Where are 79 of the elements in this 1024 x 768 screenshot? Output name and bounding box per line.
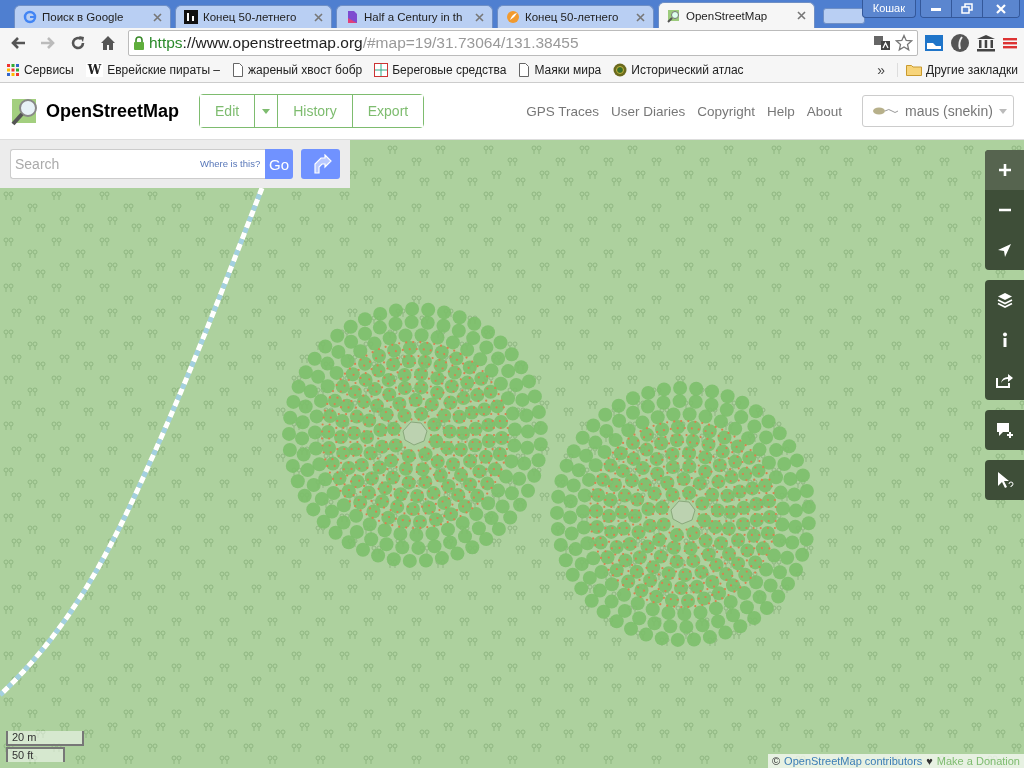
orb-icon [506,10,520,24]
magnifier-map-icon [667,8,681,23]
document-icon [345,10,359,24]
more-bookmarks-button[interactable]: » [877,61,886,78]
tab-title: OpenStreetMap [686,9,769,22]
close-button[interactable] [983,0,1019,17]
search-field[interactable]: Search [10,149,200,179]
page-icon [518,62,531,77]
comment-plus-icon [995,421,1014,439]
logo-icon [23,10,37,24]
disc-icon[interactable] [950,32,970,53]
caret-icon [998,108,1007,114]
nav-link[interactable]: About [806,103,842,119]
grid-icon [374,62,389,77]
bookmark-link[interactable]: жареный хвост бобр [248,62,363,77]
plus-icon [997,163,1012,177]
star-icon[interactable] [895,33,913,52]
page-icon [232,62,244,77]
nav-link[interactable]: User Diaries [610,103,686,119]
share-icon [995,372,1014,388]
new-tab-button[interactable] [823,8,865,24]
museum-icon[interactable] [976,33,996,52]
nav-link[interactable]: Help [766,103,795,119]
bookmark-link[interactable]: Маяки мира [534,62,602,77]
browser-tab[interactable]: OpenStreetMap [658,2,815,28]
profile-button[interactable]: Кошак [861,0,916,18]
minimize-button[interactable] [921,0,952,17]
mouse-icon [871,105,899,117]
close-icon[interactable] [636,12,645,22]
close-icon[interactable] [153,12,162,22]
magnifier-map-logo[interactable] [10,96,40,126]
info-icon [1001,332,1008,348]
bookmark-link[interactable]: Еврейские пираты – [107,62,220,77]
apps-icon [6,62,20,77]
address-bar[interactable]: https://www.openstreetmap.org/#map=19/31.73064/131.38455 [128,29,918,56]
scale-bar: 20 m [6,731,84,746]
cursor-question-icon [995,471,1014,489]
emblem-icon [613,62,628,77]
directions-button[interactable] [301,149,340,179]
browser-tab[interactable]: Конец 50-летнего [175,5,332,28]
close-icon[interactable] [314,12,323,22]
bookmark-link[interactable]: Сервисы [24,62,74,77]
tab-title: Конец 50-летнего [203,11,298,23]
translate-icon[interactable] [873,34,891,51]
browser-tab[interactable]: Конец 50-летнего [497,5,654,28]
zoom-in-button[interactable] [985,150,1024,190]
restore-button[interactable] [952,0,983,17]
tab-title: Конец 50-летнего [525,11,620,23]
site-name[interactable]: OpenStreetMap [46,100,180,122]
caret-icon [262,108,271,114]
close-icon[interactable] [475,12,484,22]
heart-symbol: ♥ [926,755,933,767]
reload-icon[interactable] [69,33,87,52]
letter-icon: W [85,62,104,77]
bookmark-folder[interactable]: Другие закладки [926,62,1018,77]
browser-tab[interactable]: Поиск в Google [14,5,171,28]
restore-icon [961,3,973,14]
logo-icon [184,10,198,24]
layers-icon [996,292,1013,308]
where-is-this-link[interactable]: Where is this? [200,149,266,179]
contributors-link[interactable]: OpenStreetMap contributors [784,755,923,767]
close-icon[interactable] [797,11,806,20]
bookmark-link[interactable]: Береговые средства [392,62,507,77]
browser-tab[interactable]: Half a Century in th [336,5,493,28]
copyright-symbol: © [772,755,781,767]
tab-title: Half a Century in th [364,11,464,23]
bookmark-link[interactable]: Исторический атлас [631,62,744,77]
scale-bar: 50 ft [6,747,65,762]
nav-link[interactable]: Copyright [697,103,755,119]
url-text: https://www.openstreetmap.org/#map=19/31.73064/131.38455 [149,33,580,52]
window-icon[interactable] [924,33,944,52]
close-icon [995,3,1007,14]
folder-icon [906,63,923,76]
tab-title: Поиск в Google [42,11,125,23]
lock-icon [133,35,145,50]
nav-link[interactable]: GPS Traces [526,103,599,119]
home-icon[interactable] [99,33,117,52]
location-arrow-icon [997,242,1012,258]
user-menu[interactable]: maus (snekin) [862,95,1014,127]
